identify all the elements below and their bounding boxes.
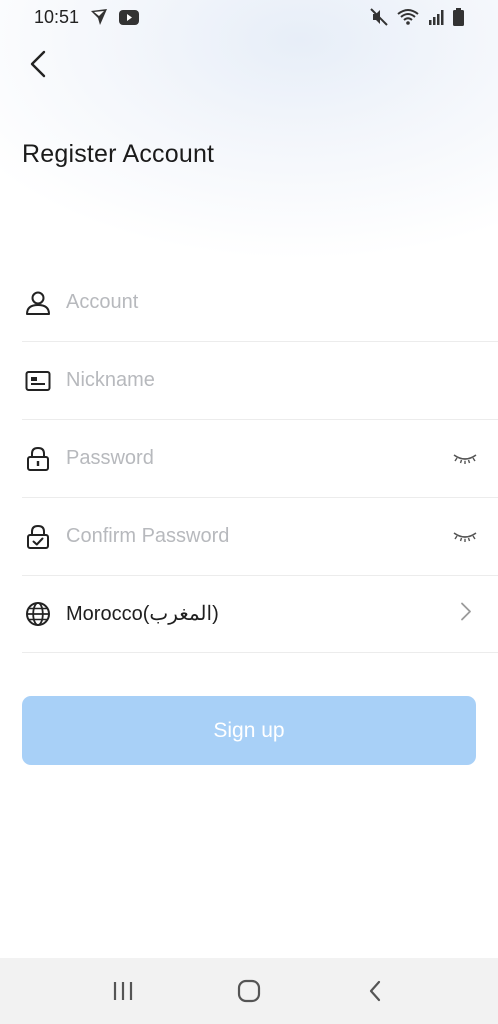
- mute-icon: [370, 8, 388, 26]
- country-label: Morocco(المغرب): [66, 603, 219, 625]
- nav-back-button[interactable]: [345, 966, 405, 1016]
- youtube-icon: [119, 9, 140, 25]
- page-title: Register Account: [22, 140, 215, 168]
- account-input[interactable]: [66, 291, 426, 314]
- chevron-left-icon: [30, 50, 46, 78]
- signal-icon: [428, 9, 444, 25]
- status-right: [370, 8, 464, 26]
- country-selector[interactable]: Morocco(المغرب): [22, 575, 498, 653]
- battery-icon: [453, 8, 464, 26]
- sign-up-button[interactable]: Sign up: [22, 696, 476, 765]
- confirm-password-row[interactable]: [22, 498, 498, 576]
- lock-check-icon: [24, 520, 58, 554]
- lock-icon: [24, 442, 58, 476]
- home-button[interactable]: [219, 966, 279, 1016]
- account-row[interactable]: [22, 264, 498, 342]
- eye-closed-icon[interactable]: [452, 451, 478, 467]
- system-nav-bar: [0, 958, 498, 1024]
- back-icon: [369, 980, 381, 1002]
- status-time: 10:51: [34, 6, 80, 27]
- user-icon: [24, 286, 58, 320]
- chevron-right-icon: [460, 601, 472, 626]
- confirm-password-input[interactable]: [66, 525, 426, 548]
- eye-closed-icon[interactable]: [452, 529, 478, 545]
- nickname-row[interactable]: [22, 342, 498, 420]
- background-gradient: [0, 0, 498, 260]
- wifi-icon: [397, 8, 419, 26]
- nickname-input[interactable]: [66, 369, 426, 392]
- back-button[interactable]: [22, 46, 54, 82]
- home-icon: [237, 979, 261, 1003]
- recent-apps-icon: [113, 982, 133, 1000]
- location-arrow-icon: [89, 8, 109, 26]
- globe-icon: [24, 597, 58, 631]
- recent-apps-button[interactable]: [93, 966, 153, 1016]
- password-input[interactable]: [66, 447, 426, 470]
- password-row[interactable]: [22, 420, 498, 498]
- status-left: 10:51: [34, 6, 140, 28]
- id-card-icon: [24, 364, 58, 398]
- status-bar: 10:51: [0, 0, 498, 34]
